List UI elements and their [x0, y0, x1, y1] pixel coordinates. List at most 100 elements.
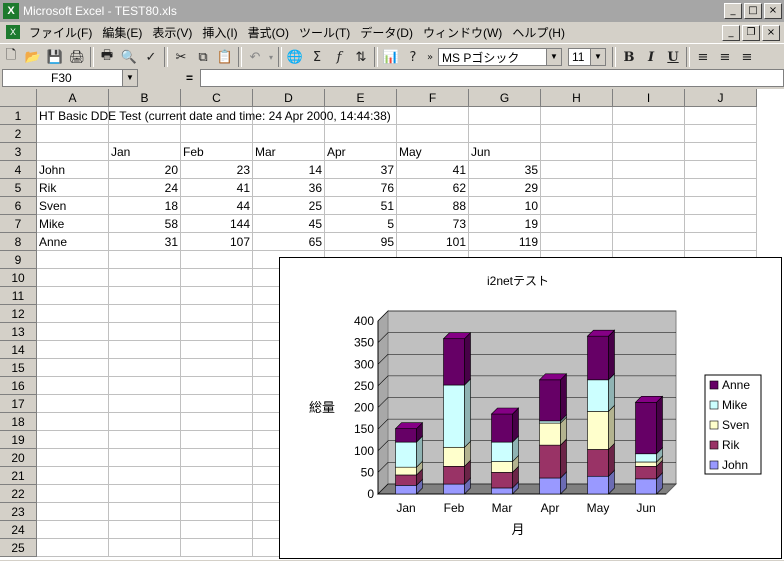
cell-c9[interactable]	[181, 251, 253, 269]
cell-j1[interactable]	[685, 107, 757, 125]
cell-b21[interactable]	[109, 467, 181, 485]
menu-help[interactable]: ヘルプ(H)	[507, 24, 570, 41]
help-icon[interactable]: ?	[402, 46, 424, 68]
cell-h6[interactable]	[541, 197, 613, 215]
column-header-e[interactable]: E	[325, 89, 397, 107]
value-cell[interactable]: 23	[181, 161, 253, 179]
value-cell[interactable]: 31	[109, 233, 181, 251]
cell-i6[interactable]	[613, 197, 685, 215]
cell-a24[interactable]	[37, 521, 109, 539]
cell-c19[interactable]	[181, 431, 253, 449]
row-header-20[interactable]: 20	[0, 449, 37, 467]
month-header-jan[interactable]: Jan	[109, 143, 181, 161]
cell-h1[interactable]	[541, 107, 613, 125]
cell-d2[interactable]	[253, 125, 325, 143]
cell-j4[interactable]	[685, 161, 757, 179]
cell-i3[interactable]	[613, 143, 685, 161]
open-icon[interactable]: 📂	[22, 46, 44, 68]
autosum-icon[interactable]: Σ	[306, 46, 328, 68]
cell-c17[interactable]	[181, 395, 253, 413]
column-header-j[interactable]: J	[685, 89, 757, 107]
value-cell[interactable]: 101	[397, 233, 469, 251]
cell-a16[interactable]	[37, 377, 109, 395]
cell-a17[interactable]	[37, 395, 109, 413]
cell-b16[interactable]	[109, 377, 181, 395]
cell-b18[interactable]	[109, 413, 181, 431]
column-header-b[interactable]: B	[109, 89, 181, 107]
menu-insert[interactable]: 挿入(I)	[197, 24, 242, 41]
row-header-3[interactable]: 3	[0, 143, 37, 161]
row-header-2[interactable]: 2	[0, 125, 37, 143]
person-name-anne[interactable]: Anne	[37, 233, 109, 251]
print-icon[interactable]: 🖶	[96, 46, 118, 68]
month-header-may[interactable]: May	[397, 143, 469, 161]
hyperlink-icon[interactable]: 🌐	[284, 46, 306, 68]
value-cell[interactable]: 45	[253, 215, 325, 233]
edit-formula-button[interactable]: =	[186, 71, 193, 85]
value-cell[interactable]: 41	[181, 179, 253, 197]
row-header-6[interactable]: 6	[0, 197, 37, 215]
cell-h5[interactable]	[541, 179, 613, 197]
function-icon[interactable]: f	[328, 46, 350, 68]
cell-c21[interactable]	[181, 467, 253, 485]
row-header-21[interactable]: 21	[0, 467, 37, 485]
undo-icon[interactable]: ↶	[244, 46, 266, 68]
close-button[interactable]: ×	[764, 3, 782, 19]
cell-a11[interactable]	[37, 287, 109, 305]
cell-b12[interactable]	[109, 305, 181, 323]
cell-c25[interactable]	[181, 539, 253, 557]
cell-a13[interactable]	[37, 323, 109, 341]
value-cell[interactable]: 144	[181, 215, 253, 233]
align-left-icon[interactable]: ≡	[692, 46, 714, 68]
row-header-17[interactable]: 17	[0, 395, 37, 413]
cell-a23[interactable]	[37, 503, 109, 521]
column-header-g[interactable]: G	[469, 89, 541, 107]
cell-c12[interactable]	[181, 305, 253, 323]
cell-a12[interactable]	[37, 305, 109, 323]
column-header-d[interactable]: D	[253, 89, 325, 107]
cell-a10[interactable]	[37, 269, 109, 287]
cell-c20[interactable]	[181, 449, 253, 467]
cell-a20[interactable]	[37, 449, 109, 467]
workbook-icon[interactable]: X	[6, 25, 20, 39]
column-header-h[interactable]: H	[541, 89, 613, 107]
month-header-apr[interactable]: Apr	[325, 143, 397, 161]
more-buttons-icon[interactable]: »	[424, 46, 436, 68]
cell-i7[interactable]	[613, 215, 685, 233]
row-header-7[interactable]: 7	[0, 215, 37, 233]
cell-c18[interactable]	[181, 413, 253, 431]
cell-j6[interactable]	[685, 197, 757, 215]
row-header-4[interactable]: 4	[0, 161, 37, 179]
value-cell[interactable]: 36	[253, 179, 325, 197]
row-header-15[interactable]: 15	[0, 359, 37, 377]
cell-a15[interactable]	[37, 359, 109, 377]
cell-i5[interactable]	[613, 179, 685, 197]
cell-b11[interactable]	[109, 287, 181, 305]
value-cell[interactable]: 18	[109, 197, 181, 215]
cell-h2[interactable]	[541, 125, 613, 143]
row-header-13[interactable]: 13	[0, 323, 37, 341]
cell-a18[interactable]	[37, 413, 109, 431]
menu-tools[interactable]: ツール(T)	[294, 24, 355, 41]
permission-icon[interactable]: 🖨	[66, 46, 88, 68]
cell-h3[interactable]	[541, 143, 613, 161]
cell-i2[interactable]	[613, 125, 685, 143]
formula-input[interactable]	[200, 69, 784, 87]
copy-icon[interactable]: ⧉	[192, 46, 214, 68]
month-header-jun[interactable]: Jun	[469, 143, 541, 161]
print-preview-icon[interactable]: 🔍	[118, 46, 140, 68]
cell-b23[interactable]	[109, 503, 181, 521]
row-header-1[interactable]: 1	[0, 107, 37, 125]
cell-c13[interactable]	[181, 323, 253, 341]
cell-b10[interactable]	[109, 269, 181, 287]
cell-c15[interactable]	[181, 359, 253, 377]
font-name-select[interactable]: MS Pゴシック ▼	[438, 48, 562, 66]
cell-c23[interactable]	[181, 503, 253, 521]
row-header-18[interactable]: 18	[0, 413, 37, 431]
person-name-john[interactable]: John	[37, 161, 109, 179]
cell-i1[interactable]	[613, 107, 685, 125]
row-header-22[interactable]: 22	[0, 485, 37, 503]
row-header-14[interactable]: 14	[0, 341, 37, 359]
menu-window[interactable]: ウィンドウ(W)	[418, 24, 507, 41]
doc-close-button[interactable]: ×	[762, 25, 780, 41]
